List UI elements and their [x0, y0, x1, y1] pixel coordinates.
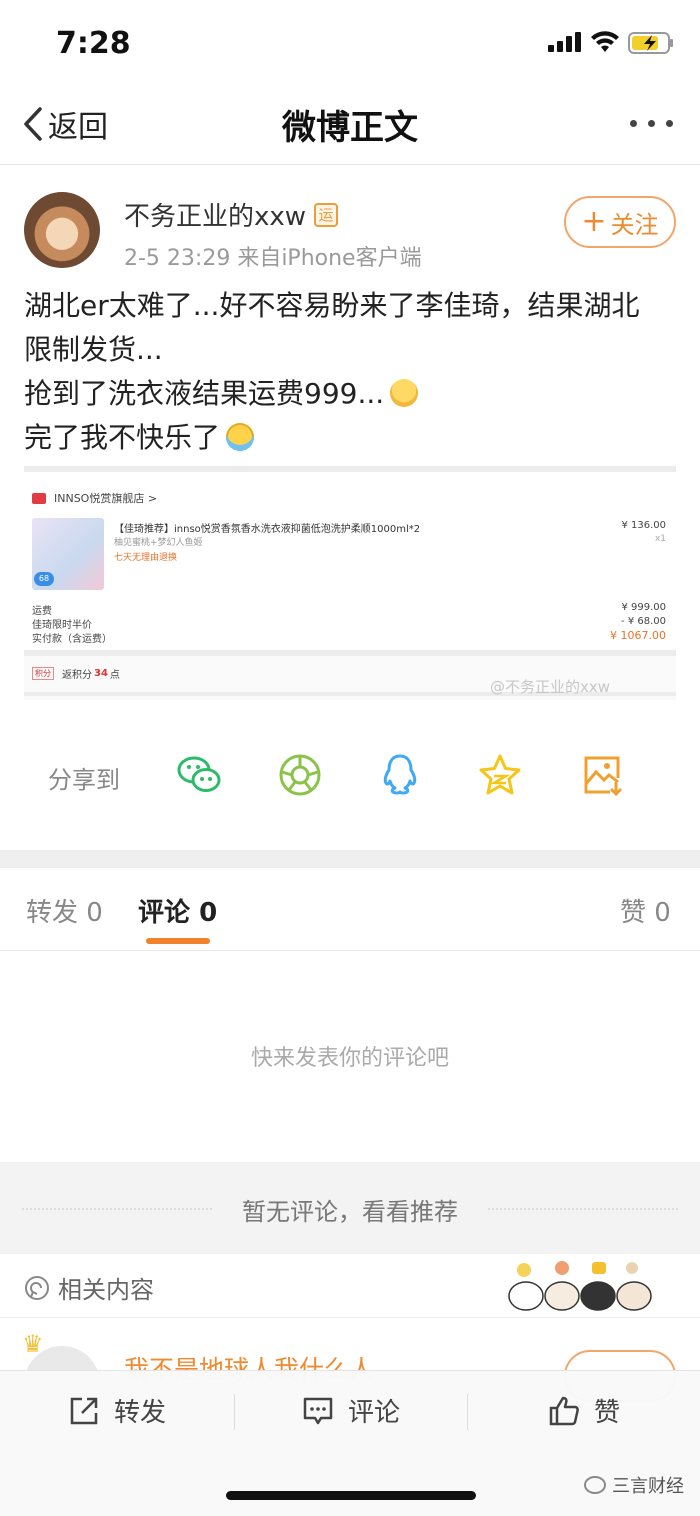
more-options-icon[interactable]	[630, 120, 673, 127]
section-divider	[0, 850, 700, 868]
post-meta: 2-5 23:29 来自iPhone客户端	[124, 246, 422, 271]
tab-likes[interactable]: 赞 0	[620, 892, 671, 929]
product-qty: x1	[654, 534, 666, 544]
save-image-icon[interactable]	[580, 752, 626, 798]
thumbs-up-icon	[549, 1396, 579, 1425]
cats-sticker-icon	[508, 1261, 652, 1311]
home-indicator[interactable]	[226, 1491, 476, 1500]
shop-row: INNSO悦赏旗舰店 >	[32, 490, 157, 506]
post-author[interactable]: 不务正业的xxw 运	[124, 196, 339, 233]
points-tag: 积分	[32, 667, 54, 680]
points-value: 34	[94, 668, 108, 679]
crown-icon: ♛	[22, 1330, 44, 1358]
order-card: INNSO悦赏旗舰店 > 68 【佳琦推荐】innso悦赏香氛香水洗衣液抑菌低泡…	[24, 472, 676, 650]
member-badge-icon: 运	[314, 202, 339, 227]
comment-button[interactable]: 评论	[302, 1392, 400, 1429]
username: 不务正业的xxw	[124, 202, 307, 232]
product-tag: 68	[34, 572, 54, 586]
favorite-star-icon[interactable]	[477, 752, 523, 798]
nav-divider	[0, 164, 700, 165]
total-paid: ¥ 1067.00	[610, 629, 666, 642]
repost-button[interactable]: 转发	[68, 1392, 166, 1429]
status-time: 7:28	[56, 26, 131, 61]
product-variant: 柚见蜜桃+梦幻人鱼姬	[114, 538, 203, 548]
post-body: 湖北er太难了...好不容易盼来了李佳琦，结果湖北 限制发货... 抢到了洗衣液…	[24, 284, 676, 460]
related-label: 相关内容	[24, 1270, 154, 1305]
cellular-signal-icon	[548, 32, 581, 52]
points-row: 积分 返积分 34 点	[32, 666, 120, 681]
brand-watermark: 三言财经	[584, 1472, 684, 1498]
shy-emoji-icon	[390, 379, 419, 407]
product-title: 【佳琦推荐】innso悦赏香氛香水洗衣液抑菌低泡洗护柔顺1000ml*2	[114, 524, 421, 535]
empty-comments-text[interactable]: 快来发表你的评论吧	[0, 1040, 700, 1072]
plus-icon: +	[581, 204, 607, 239]
wechat-icon[interactable]	[176, 752, 222, 798]
tab-comments[interactable]: 评论 0	[138, 892, 217, 929]
qq-icon[interactable]	[377, 752, 423, 798]
related-content-icon	[25, 1275, 49, 1300]
shop-icon	[32, 492, 46, 504]
fee-value: - ¥ 68.00	[621, 616, 666, 627]
active-tab-indicator	[146, 938, 210, 944]
follow-button[interactable]: + 关注	[564, 196, 676, 248]
post-image[interactable]: INNSO悦赏旗舰店 > 68 【佳琦推荐】innso悦赏香氛香水洗衣液抑菌低泡…	[24, 466, 676, 700]
post-line: 完了我不快乐了	[24, 421, 221, 454]
like-button[interactable]: 赞	[548, 1392, 620, 1429]
fee-label: 佳琦限时半价	[32, 620, 92, 631]
fee-value: ¥ 999.00	[621, 602, 666, 613]
share-label: 分享到	[48, 766, 120, 794]
shop-name: INNSO悦赏旗舰店 >	[54, 492, 158, 505]
product-policy: 七天无理由退换	[114, 553, 178, 563]
moments-icon[interactable]	[277, 752, 323, 798]
post-line: 抢到了洗衣液结果运费999...	[24, 377, 385, 410]
follow-label: 关注	[610, 210, 659, 239]
comment-icon	[303, 1397, 333, 1424]
wifi-icon	[591, 31, 619, 52]
recommend-link[interactable]: 暂无评论，看看推荐	[0, 1192, 700, 1227]
tab-reposts[interactable]: 转发 0	[26, 892, 103, 929]
post-line: 湖北er太难了...好不容易盼来了李佳琦，结果湖北	[24, 289, 640, 322]
battery-charging-icon	[628, 32, 673, 54]
fee-label: 实付款（含运费）	[32, 634, 112, 645]
wechat-brand-icon	[584, 1476, 606, 1494]
repost-icon	[70, 1397, 98, 1424]
fee-label: 运费	[32, 606, 52, 617]
post-line: 限制发货...	[24, 333, 163, 366]
laugh-cry-emoji-icon	[226, 423, 255, 451]
watermark: @不务正业的xxw	[490, 678, 611, 696]
page-title: 微博正文	[282, 108, 418, 148]
avatar[interactable]	[24, 192, 100, 268]
product-price: ¥ 136.00	[621, 520, 666, 531]
